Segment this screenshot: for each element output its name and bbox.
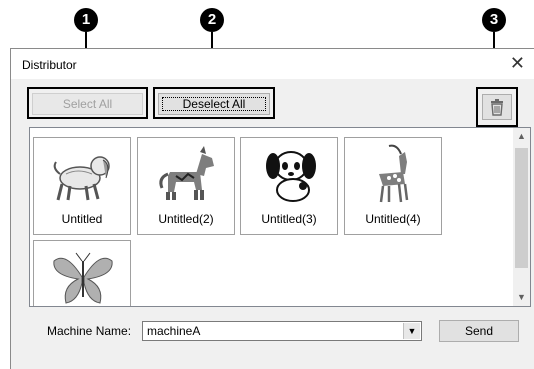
dog-embroidery-icon <box>53 156 110 201</box>
scroll-up-icon[interactable]: ▲ <box>513 128 530 145</box>
title-bar: Distributor ✕ <box>11 49 534 79</box>
send-label: Send <box>464 324 494 338</box>
send-button[interactable]: Send <box>439 320 519 342</box>
chevron-down-icon[interactable]: ▼ <box>403 323 420 339</box>
callout-3: 3 <box>482 8 506 32</box>
delete-button[interactable] <box>482 94 512 120</box>
distributor-dialog: Distributor ✕ Select All Deselect All Un… <box>10 48 534 369</box>
machine-name-label: Machine Name: <box>47 324 132 338</box>
item-label: Untitled(4) <box>365 212 421 226</box>
dialog-title: Distributor <box>22 58 77 72</box>
puppy-embroidery-icon <box>266 151 316 202</box>
list-item[interactable]: Untitled <box>33 137 131 235</box>
item-label: Untitled(3) <box>261 212 317 226</box>
list-item[interactable]: Untitled(2) <box>137 137 235 235</box>
scroll-thumb[interactable] <box>515 148 528 268</box>
vertical-scrollbar[interactable]: ▲ ▼ <box>513 128 530 306</box>
trash-icon <box>491 99 503 116</box>
callout-1: 1 <box>74 8 98 32</box>
horse-embroidery-icon <box>159 146 214 200</box>
item-label: Untitled <box>61 212 103 226</box>
close-icon[interactable]: ✕ <box>510 53 525 74</box>
item-label: Untitled(2) <box>158 212 214 226</box>
goat-embroidery-icon <box>379 144 409 203</box>
scroll-down-icon[interactable]: ▼ <box>513 289 530 306</box>
callout-2: 2 <box>200 8 224 32</box>
deselect-all-label: Deselect All <box>182 97 246 111</box>
list-item[interactable]: Untitled(4) <box>344 137 442 235</box>
select-all-label: Select All <box>62 97 113 111</box>
machine-name-value: machineA <box>147 324 201 338</box>
list-item[interactable] <box>33 240 131 306</box>
list-item[interactable]: Untitled(3) <box>240 137 338 235</box>
select-all-button[interactable]: Select All <box>32 93 143 115</box>
butterfly-embroidery-icon <box>53 252 113 304</box>
machine-name-select[interactable]: machineA ▼ <box>142 321 422 341</box>
deselect-all-button[interactable]: Deselect All <box>158 93 270 115</box>
embroidery-list[interactable]: Untitled Untitled(2) Untitled(3) Untitle… <box>29 127 531 307</box>
